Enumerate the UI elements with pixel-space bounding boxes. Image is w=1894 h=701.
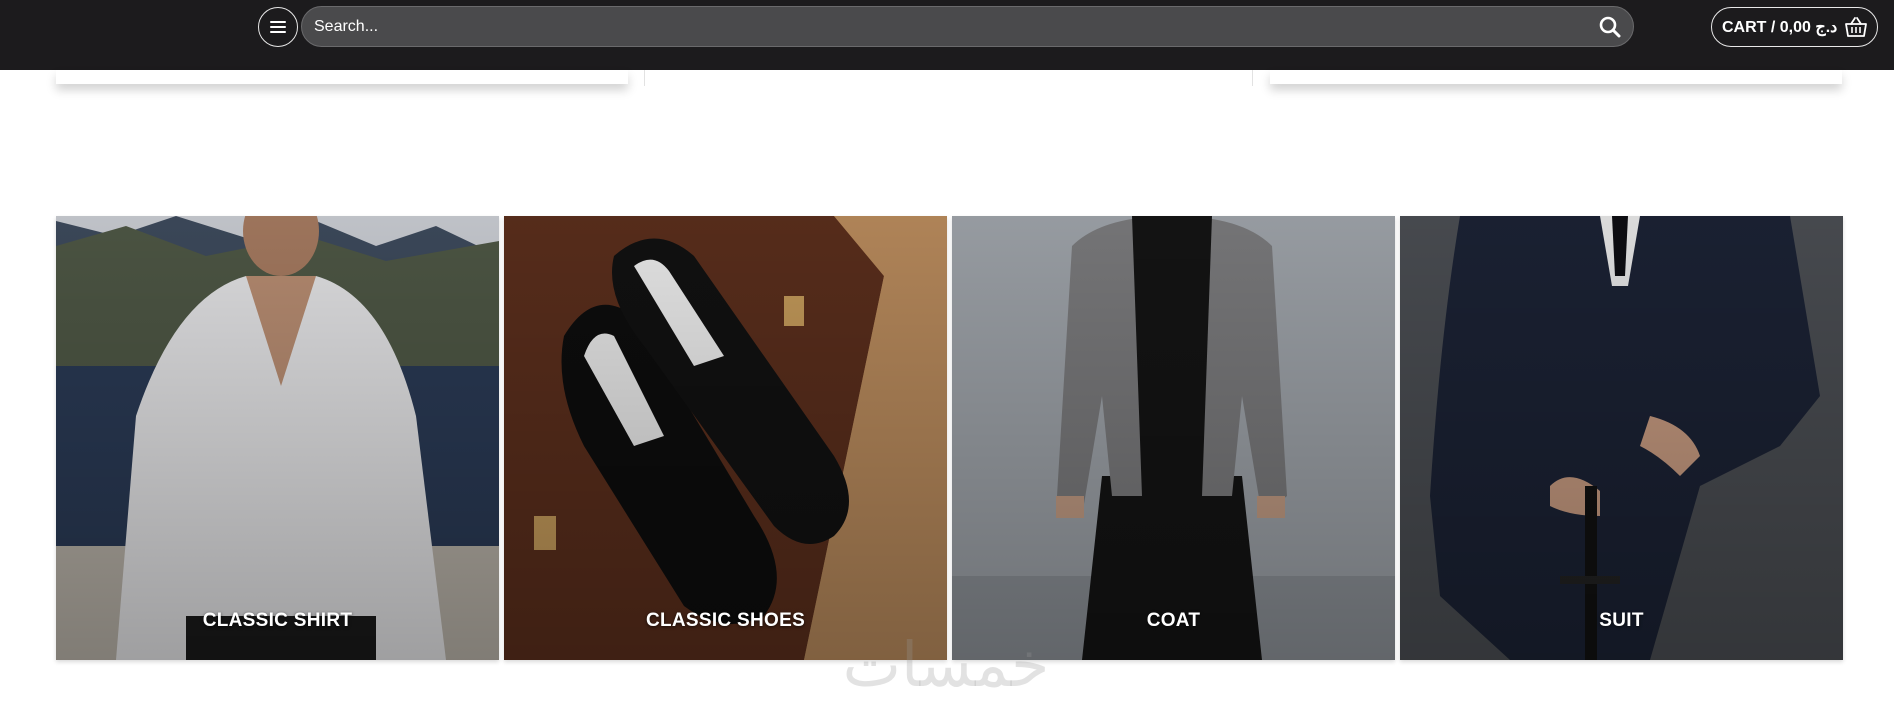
category-label: COAT <box>1146 610 1201 631</box>
image-overlay <box>56 216 499 660</box>
image-overlay <box>504 216 947 660</box>
cart-button[interactable]: CART / 0,00 د.ج <box>1711 7 1878 47</box>
category-label: CLASSIC SHOES <box>645 610 806 631</box>
basket-icon <box>1845 17 1867 37</box>
menu-button[interactable] <box>258 7 298 47</box>
category-label: SUIT <box>1599 610 1644 631</box>
card-bottom-edge <box>644 70 1253 86</box>
search-button[interactable] <box>1597 14 1623 40</box>
search-bar <box>301 6 1634 47</box>
image-overlay <box>952 216 1395 660</box>
category-card-classic-shirt[interactable]: CLASSIC SHIRT <box>56 216 499 660</box>
card-bottom-edge <box>56 70 628 84</box>
category-grid: CLASSIC SHIRT CLASSIC SHOES COAT SUIT <box>56 216 1843 660</box>
card-bottom-edge <box>1270 70 1842 84</box>
site-header: CART / 0,00 د.ج <box>0 0 1894 70</box>
category-label: CLASSIC SHIRT <box>202 610 353 631</box>
cart-label: CART / 0,00 د.ج <box>1722 19 1838 36</box>
category-card-coat[interactable]: COAT <box>952 216 1395 660</box>
image-overlay <box>1400 216 1843 660</box>
hamburger-menu-icon <box>270 21 286 33</box>
category-card-classic-shoes[interactable]: CLASSIC SHOES <box>504 216 947 660</box>
search-icon <box>1599 16 1621 38</box>
search-input[interactable] <box>314 7 1574 46</box>
category-card-suit[interactable]: SUIT <box>1400 216 1843 660</box>
